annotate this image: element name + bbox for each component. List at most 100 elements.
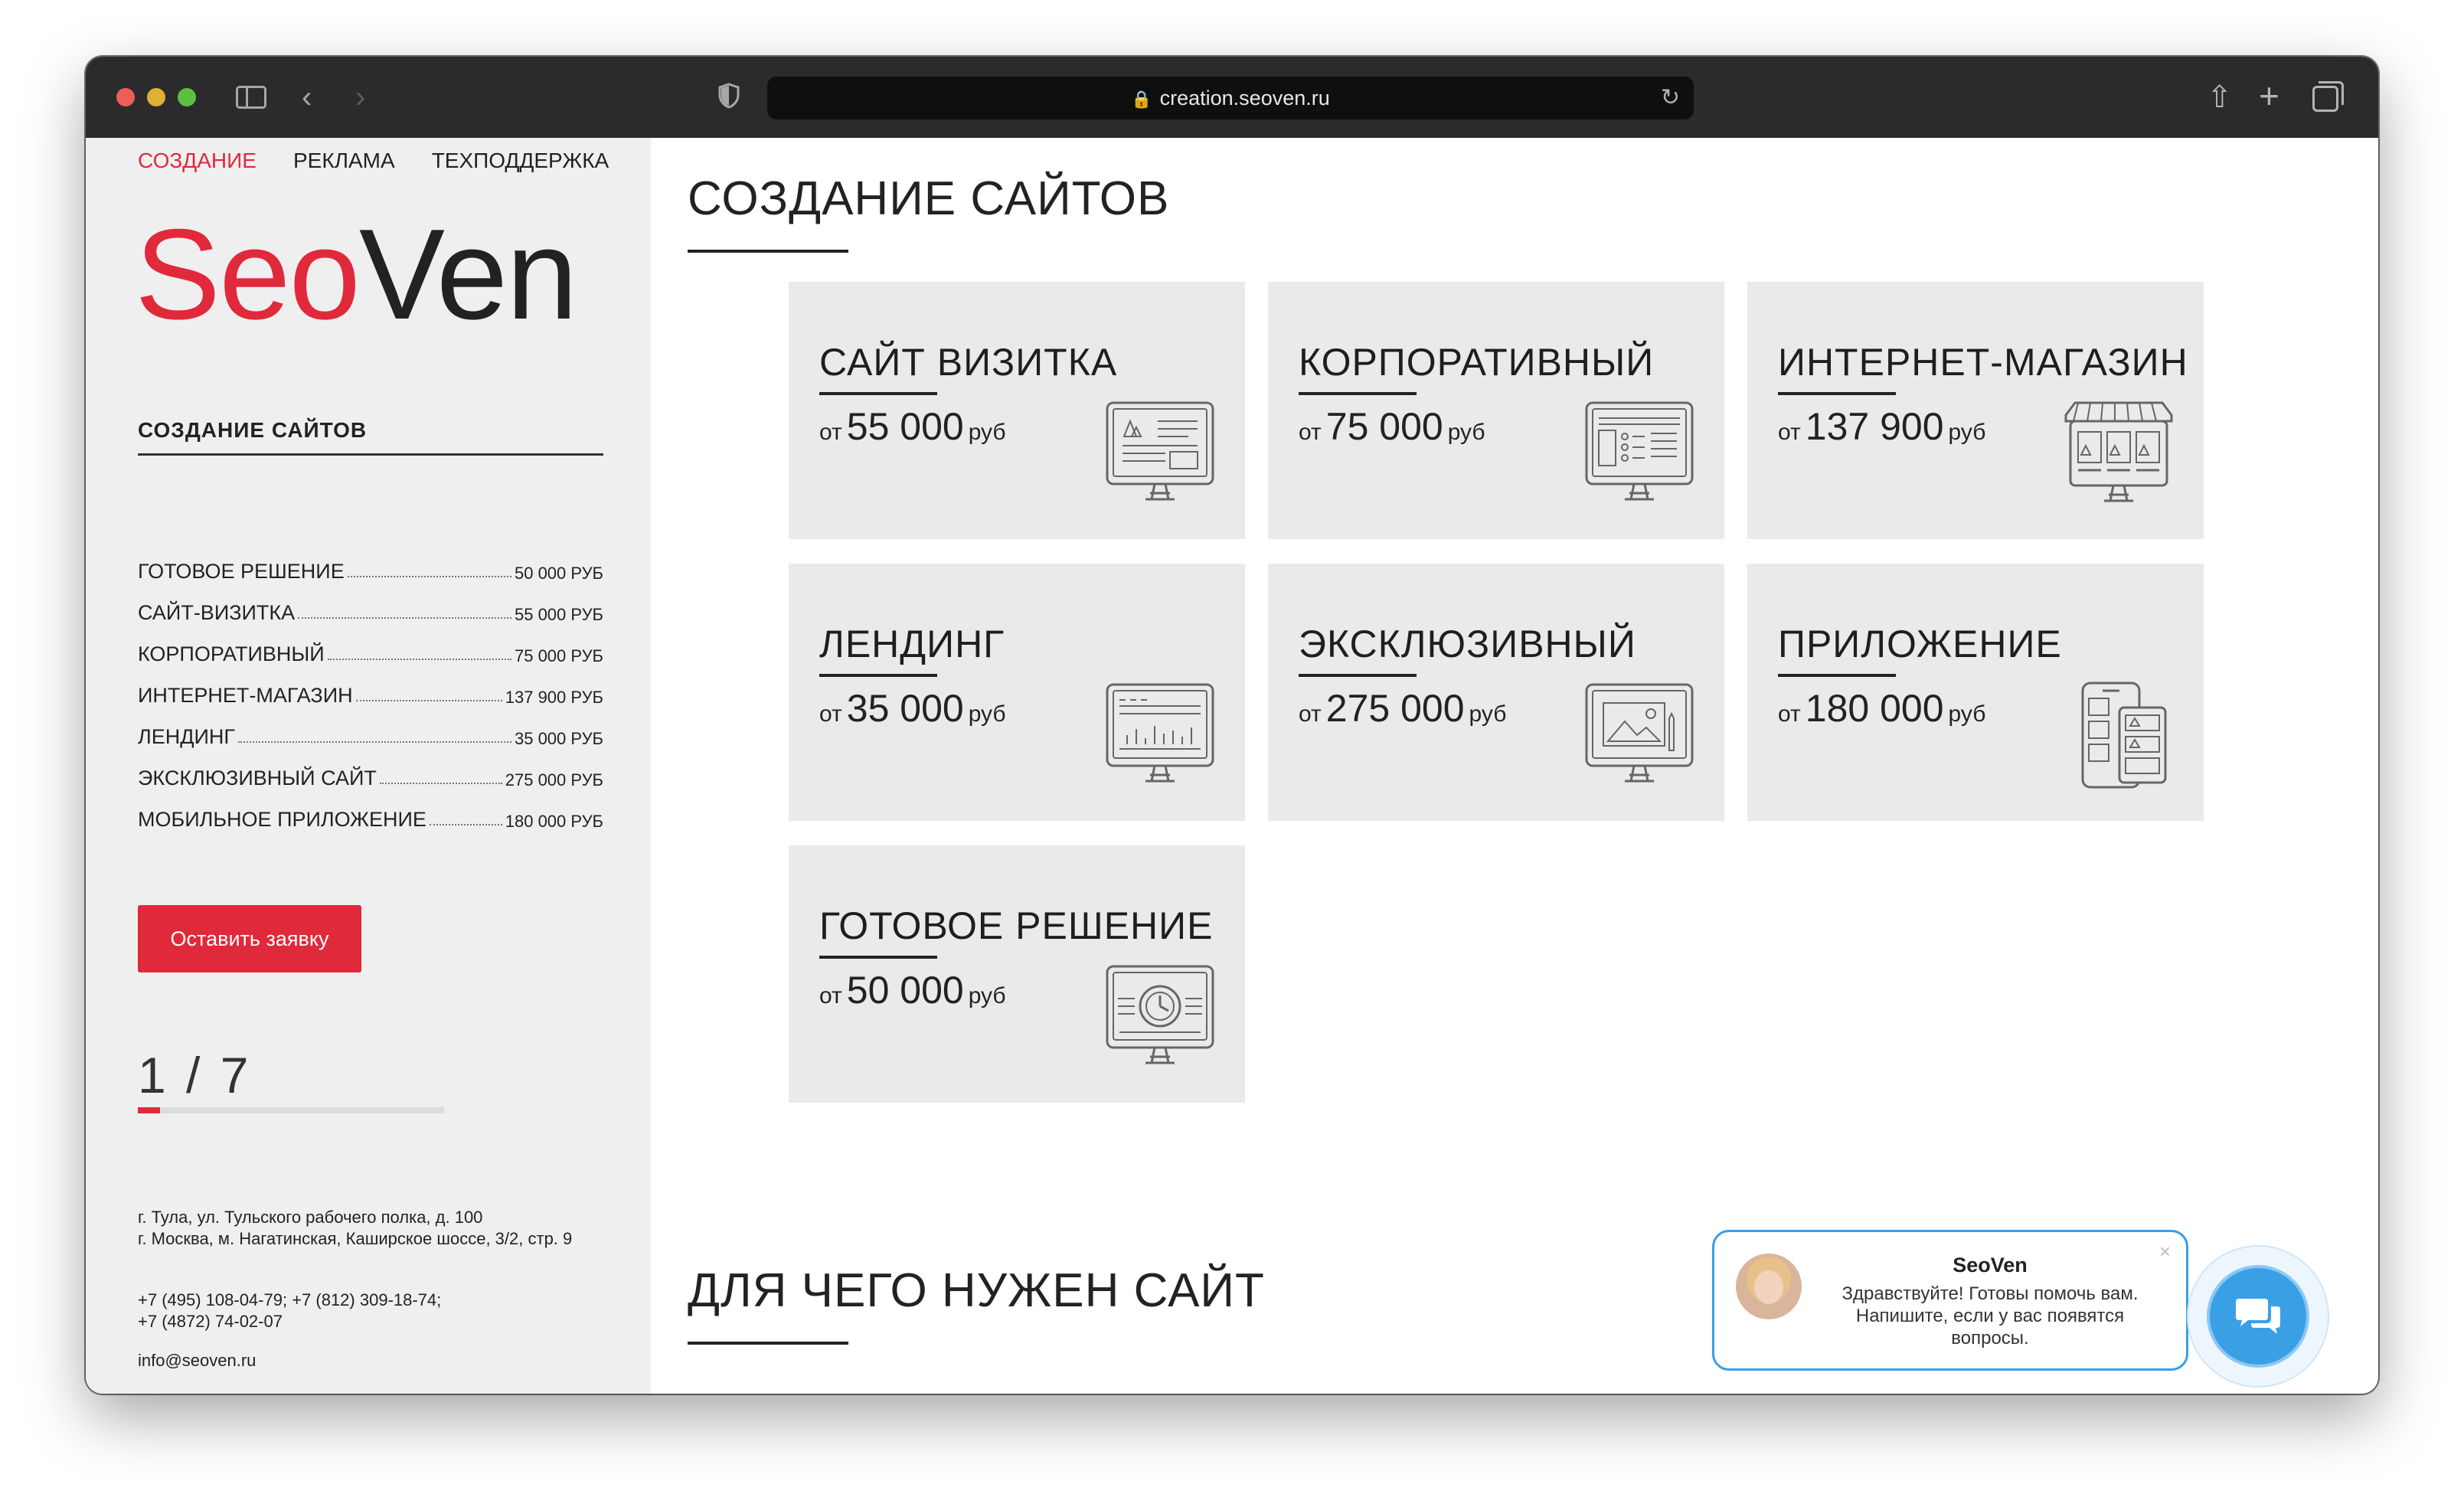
price-value: 35 000 РУБ xyxy=(514,729,603,748)
card-title: САЙТ ВИЗИТКА xyxy=(819,341,1118,384)
service-card[interactable]: ИНТЕРНЕТ-МАГАЗИН от 137 900 руб xyxy=(1747,282,2204,539)
phone-line[interactable]: +7 (495) 108-04-79; +7 (812) 309-18-74; xyxy=(138,1290,441,1311)
card-title: ЭКСКЛЮЗИВНЫЙ xyxy=(1299,623,1636,665)
card-underline xyxy=(819,392,937,395)
nav-item-advertising[interactable]: РЕКЛАМА xyxy=(293,149,395,173)
share-icon[interactable]: ⇧ xyxy=(2207,80,2233,115)
card-price: от 137 900 руб xyxy=(1778,404,1985,449)
price-value: 55 000 РУБ xyxy=(514,605,603,624)
privacy-shield-icon[interactable] xyxy=(718,83,740,109)
tab-overview-icon[interactable] xyxy=(2312,81,2344,112)
price-currency: руб xyxy=(1948,420,1986,445)
monitor-shop-icon xyxy=(2064,401,2173,502)
nav-item-support[interactable]: ТЕХПОДДЕРЖКА xyxy=(432,149,609,173)
address-line: г. Москва, м. Нагатинская, Каширское шос… xyxy=(138,1229,573,1248)
card-price: от 275 000 руб xyxy=(1299,686,1506,731)
price-number: 50 000 xyxy=(846,969,964,1012)
service-card[interactable]: ЛЕНДИНГ от 35 000 руб xyxy=(789,564,1245,821)
lock-icon: 🔒 xyxy=(1131,90,1152,109)
card-title: ИНТЕРНЕТ-МАГАЗИН xyxy=(1778,341,2188,384)
title-underline xyxy=(688,250,848,253)
address-block: г. Тула, ул. Тульского рабочего полка, д… xyxy=(138,1207,597,1250)
price-row: ИНТЕРНЕТ-МАГАЗИН 137 900 РУБ xyxy=(138,666,603,708)
title-underline xyxy=(688,1342,848,1345)
mobile-app-icon xyxy=(2081,682,2167,789)
price-currency: руб xyxy=(968,701,1006,727)
price-name: САЙТ-ВИЗИТКА xyxy=(138,601,296,624)
price-currency: руб xyxy=(968,420,1006,445)
service-card[interactable]: ЭКСКЛЮЗИВНЫЙ от 275 000 руб xyxy=(1268,564,1724,821)
chat-agent-name: SeoVen xyxy=(1953,1254,2028,1277)
slide-counter: 1 / 7 xyxy=(138,1047,252,1103)
price-currency: руб xyxy=(1447,420,1485,445)
maximize-window-button[interactable] xyxy=(178,88,196,106)
price-row: ЛЕНДИНГ 35 000 РУБ xyxy=(138,708,603,749)
price-number: 275 000 xyxy=(1325,687,1465,730)
logo[interactable]: SeoVen xyxy=(135,198,578,351)
price-prefix: от xyxy=(819,983,842,1008)
new-tab-icon[interactable]: + xyxy=(2259,75,2279,116)
price-name: ЛЕНДИНГ xyxy=(138,725,236,748)
service-card[interactable]: КОРПОРАТИВНЫЙ от 75 000 руб xyxy=(1268,282,1724,539)
price-prefix: от xyxy=(1299,420,1322,445)
card-price: от 35 000 руб xyxy=(819,686,1006,731)
sidebar-toggle-icon[interactable] xyxy=(236,86,266,109)
card-price: от 75 000 руб xyxy=(1299,404,1485,449)
service-card[interactable]: ПРИЛОЖЕНИЕ от 180 000 руб xyxy=(1747,564,2204,821)
price-list: ГОТОВОЕ РЕШЕНИЕ 50 000 РУБ САЙТ-ВИЗИТКА 55… xyxy=(138,542,603,832)
monitor-card-icon xyxy=(1106,401,1214,501)
page-title: СОЗДАНИЕ САЙТОВ xyxy=(688,172,1170,225)
price-prefix: от xyxy=(1299,701,1322,727)
open-chat-button[interactable] xyxy=(2207,1265,2309,1368)
chat-popup[interactable]: SeoVen Здравствуйте! Готовы помочь вам. … xyxy=(1712,1230,2188,1371)
card-title: КОРПОРАТИВНЫЙ xyxy=(1299,341,1655,384)
divider xyxy=(138,453,603,456)
price-currency: руб xyxy=(1469,701,1507,727)
price-value: 180 000 РУБ xyxy=(505,812,603,831)
price-currency: руб xyxy=(1948,701,1986,727)
price-prefix: от xyxy=(819,420,842,445)
minimize-window-button[interactable] xyxy=(147,88,165,106)
left-sidebar: СОЗДАНИЕ РЕКЛАМА ТЕХПОДДЕРЖКА SeoVen СОЗ… xyxy=(86,138,651,1394)
card-underline xyxy=(1778,674,1896,677)
price-currency: руб xyxy=(968,983,1006,1008)
price-name: ЭКСКЛЮЗИВНЫЙ САЙТ xyxy=(138,767,377,789)
price-row: САЙТ-ВИЗИТКА 55 000 РУБ xyxy=(138,584,603,625)
price-name: ГОТОВОЕ РЕШЕНИЕ xyxy=(138,560,345,583)
logo-part-seo: Seo xyxy=(135,202,361,346)
email-link[interactable]: info@seoven.ru xyxy=(138,1351,256,1371)
address-bar[interactable]: 🔒 creation.seoven.ru ↻ xyxy=(767,77,1694,119)
card-underline xyxy=(819,674,937,677)
agent-avatar xyxy=(1736,1254,1802,1319)
price-prefix: от xyxy=(1778,420,1801,445)
service-card[interactable]: САЙТ ВИЗИТКА от 55 000 руб xyxy=(789,282,1245,539)
price-prefix: от xyxy=(1778,701,1801,727)
card-underline xyxy=(1778,392,1896,395)
close-window-button[interactable] xyxy=(116,88,135,106)
section-title-why-site: ДЛЯ ЧЕГО НУЖЕН САЙТ xyxy=(688,1264,1265,1317)
price-row: ГОТОВОЕ РЕШЕНИЕ 50 000 РУБ xyxy=(138,542,603,584)
price-value: 50 000 РУБ xyxy=(514,564,603,583)
back-arrow-icon[interactable]: ‹ xyxy=(302,80,312,115)
price-row: МОБИЛЬНОЕ ПРИЛОЖЕНИЕ 180 000 РУБ xyxy=(138,790,603,832)
reload-icon[interactable]: ↻ xyxy=(1661,77,1680,119)
price-number: 137 900 xyxy=(1805,405,1944,448)
price-name: МОБИЛЬНОЕ ПРИЛОЖЕНИЕ xyxy=(138,808,426,831)
browser-window: ‹ › 🔒 creation.seoven.ru ↻ ⇧ + СОЗДАНИЕ Р… xyxy=(86,57,2378,1394)
page-content: СОЗДАНИЕ РЕКЛАМА ТЕХПОДДЕРЖКА SeoVen СОЗ… xyxy=(86,138,2378,1394)
phones-block: +7 (495) 108-04-79; +7 (812) 309-18-74; … xyxy=(138,1290,441,1332)
price-prefix: от xyxy=(819,701,842,727)
forward-arrow-icon[interactable]: › xyxy=(355,80,365,115)
submit-request-button[interactable]: Оставить заявку xyxy=(138,905,361,973)
service-card[interactable]: ГОТОВОЕ РЕШЕНИЕ от 50 000 руб xyxy=(789,845,1245,1103)
monitor-clock-icon xyxy=(1106,965,1214,1064)
monitor-list-icon xyxy=(1585,401,1694,501)
price-row: КОРПОРАТИВНЫЙ 75 000 РУБ xyxy=(138,625,603,666)
close-icon[interactable]: × xyxy=(2159,1240,2171,1263)
phone-line[interactable]: +7 (4872) 74-02-07 xyxy=(138,1311,441,1332)
browser-titlebar: ‹ › 🔒 creation.seoven.ru ↻ ⇧ + xyxy=(86,57,2378,138)
nav-item-creation[interactable]: СОЗДАНИЕ xyxy=(138,149,257,173)
slide-progress-fill xyxy=(138,1107,160,1113)
price-number: 35 000 xyxy=(846,687,964,730)
logo-part-ven: Ven xyxy=(358,202,578,346)
